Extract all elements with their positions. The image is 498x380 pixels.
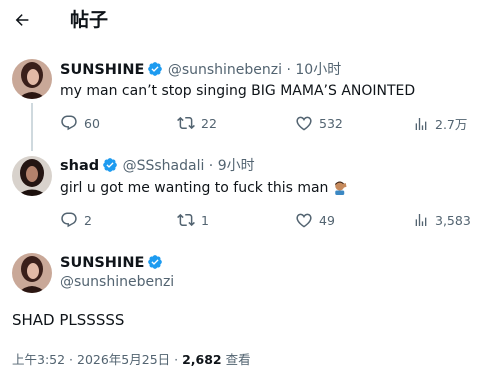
avatar[interactable] [12,156,52,196]
reply-icon [61,115,77,131]
tweet-header: SUNSHINE @sunshinebenzi · 10小时 [60,61,341,79]
tweet-text: girl u got me wanting to fuck this man [60,179,348,197]
tweet-text: my man can’t stop singing BIG MAMA’S ANO… [60,83,416,99]
views-icon [415,214,427,226]
verified-badge-icon [148,255,163,269]
views-button[interactable]: 3,583 [413,211,471,229]
like-button[interactable]: 49 [295,211,335,229]
author-handle[interactable]: @sunshinebenzi [60,274,174,290]
retweet-icon [177,116,195,130]
retweet-icon [177,213,195,227]
avatar[interactable] [12,59,52,99]
like-button[interactable]: 532 [295,114,343,132]
view-count: 3,583 [435,212,471,228]
author-name[interactable]: shad [60,158,99,174]
reply-count: 2 [84,212,92,228]
post-time[interactable]: · 9小时 [209,158,255,174]
back-button[interactable] [10,6,34,34]
like-count: 49 [319,212,335,228]
retweet-button[interactable]: 1 [177,211,209,229]
views-button[interactable]: 2.7万 [413,114,467,133]
tweet-header: shad @SSshadali · 9小时 [60,157,255,175]
post-timestamp[interactable]: 上午3:52 · 2026年5月25日 · [12,352,178,367]
retweet-count: 1 [201,212,209,228]
views-count: 2,682 [182,352,222,367]
post-time[interactable]: · 10小时 [286,62,341,78]
tweet-text-body: girl u got me wanting to fuck this man [60,180,329,196]
top-bar: 帖子 [0,0,498,42]
post-meta: 上午3:52 · 2026年5月25日 · 2,682 查看 [12,349,251,368]
retweet-count: 22 [201,115,217,131]
retweet-button[interactable]: 22 [177,114,217,132]
post-text: SHAD PLSSSSS [12,311,125,329]
author-handle[interactable]: @SSshadali [123,158,205,174]
page-title: 帖子 [70,9,109,31]
main-author-name: SUNSHINE [60,254,163,271]
verified-badge-icon [103,158,117,172]
author-handle[interactable]: @sunshinebenzi [168,62,282,78]
verified-badge-icon [148,62,163,76]
views-icon [415,117,427,130]
views-label: 查看 [225,352,251,367]
reply-button[interactable]: 2 [60,211,92,229]
back-arrow-icon [15,14,29,26]
like-count: 532 [319,115,343,131]
reply-button[interactable]: 60 [60,114,100,132]
reply-icon [61,212,77,228]
avatar[interactable] [12,253,52,293]
like-icon [296,116,312,131]
facepalm-emoji-icon [335,181,347,195]
author-name[interactable]: SUNSHINE [60,255,144,271]
author-name[interactable]: SUNSHINE [60,62,144,78]
like-icon [296,213,312,228]
thread-connector [31,103,33,151]
view-count: 2.7万 [435,117,468,132]
reply-count: 60 [84,115,100,131]
